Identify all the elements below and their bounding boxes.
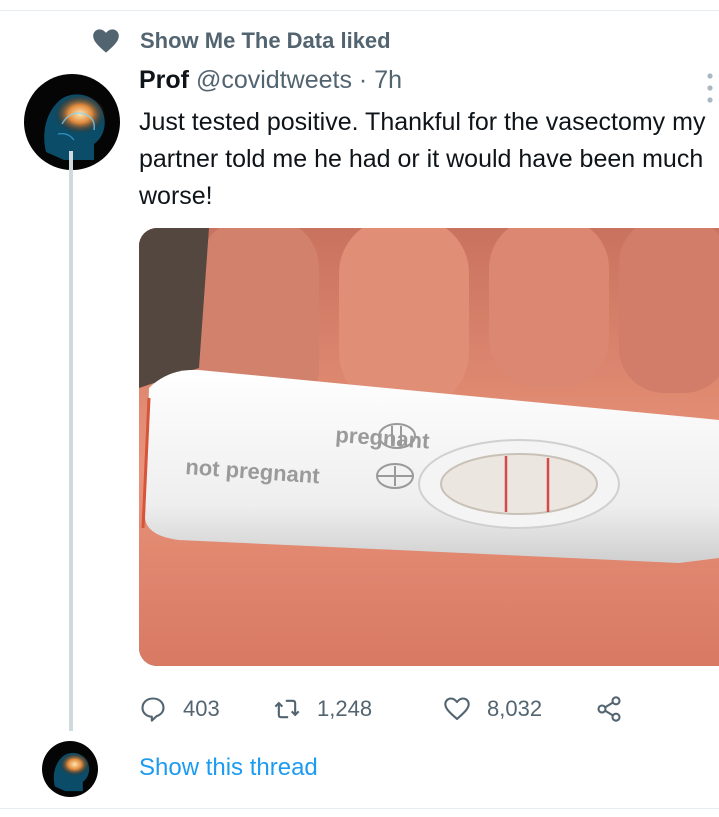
tweet-text: Just tested positive. Thankful for the v… xyxy=(139,108,706,210)
retweet-button[interactable]: 1,248 xyxy=(273,692,372,726)
tweet-actions: 403 1,248 8,032 xyxy=(139,692,699,726)
brain-avatar-small-image xyxy=(42,741,98,797)
author-handle[interactable]: @covidtweets xyxy=(196,66,352,94)
share-icon xyxy=(597,696,621,722)
social-context[interactable]: Show Me The Data liked xyxy=(92,26,391,56)
thread-connector-line xyxy=(69,151,73,731)
tweet-media-image[interactable]: pregnant not pregnant xyxy=(139,228,719,666)
like-button[interactable]: 8,032 xyxy=(443,692,542,726)
reply-icon xyxy=(141,697,165,722)
bottom-divider xyxy=(0,808,719,809)
header-separator: · xyxy=(358,66,368,94)
more-options-icon[interactable] xyxy=(700,70,719,106)
tweet-header: Prof @covidtweets · 7h xyxy=(139,66,402,95)
top-divider xyxy=(0,10,719,11)
pregnancy-test-photo: pregnant not pregnant xyxy=(139,228,719,666)
reply-count: 403 xyxy=(183,696,220,721)
heart-icon xyxy=(93,29,119,53)
share-button[interactable] xyxy=(595,692,623,726)
like-count: 8,032 xyxy=(487,696,543,721)
thread-author-avatar[interactable] xyxy=(42,741,98,797)
reply-button[interactable]: 403 xyxy=(139,692,220,726)
retweet-count: 1,248 xyxy=(317,696,373,721)
retweet-icon xyxy=(274,699,300,719)
like-heart-icon xyxy=(444,697,470,720)
tweet-timestamp[interactable]: 7h xyxy=(374,66,402,94)
social-context-label: Show Me The Data liked xyxy=(140,28,391,53)
show-thread-link[interactable]: Show this thread xyxy=(139,754,318,782)
author-display-name[interactable]: Prof xyxy=(139,66,189,94)
